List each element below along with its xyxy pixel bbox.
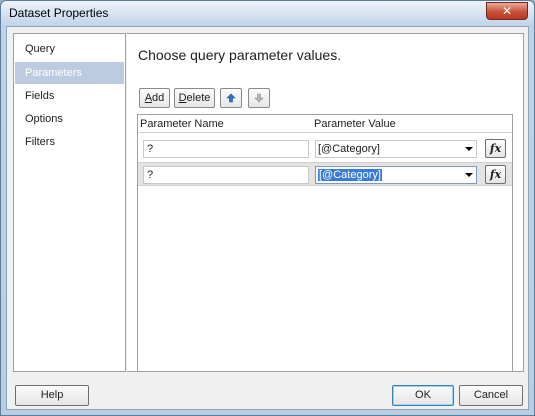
expression-button[interactable]: fx bbox=[485, 139, 506, 158]
function-icon: fx bbox=[489, 168, 502, 181]
chevron-down-icon[interactable] bbox=[465, 173, 473, 177]
parameters-grid: Parameter Name Parameter Value ? [@Categ… bbox=[137, 114, 513, 371]
column-header-parameter-name: Parameter Name bbox=[140, 118, 224, 130]
nav-item-fields[interactable]: Fields bbox=[15, 85, 124, 107]
parameter-row-selected: ? [@Category] fx bbox=[138, 162, 512, 186]
expression-button[interactable]: fx bbox=[485, 165, 506, 184]
parameters-panel: Choose query parameter values. Add Delet… bbox=[127, 33, 524, 372]
dialog-client-area: Query Parameters Fields Options Filters … bbox=[6, 26, 529, 410]
parameter-value-combo[interactable]: [@Category] bbox=[315, 166, 477, 184]
move-down-button[interactable] bbox=[248, 88, 270, 108]
cancel-button[interactable]: Cancel bbox=[459, 385, 523, 406]
arrow-up-icon bbox=[226, 93, 236, 103]
move-up-button[interactable] bbox=[220, 88, 242, 108]
close-icon: ✕ bbox=[501, 4, 513, 18]
parameter-value-text: [@Category] bbox=[318, 143, 380, 155]
add-button[interactable]: Add bbox=[139, 88, 170, 108]
add-label-rest: dd bbox=[152, 92, 165, 104]
column-header-parameter-value: Parameter Value bbox=[314, 118, 396, 130]
title-bar[interactable]: Dataset Properties ✕ bbox=[1, 1, 534, 25]
help-button[interactable]: Help bbox=[15, 385, 89, 406]
delete-label-rest: elete bbox=[186, 92, 211, 104]
parameter-value-combo[interactable]: [@Category] bbox=[315, 140, 477, 158]
nav-item-query[interactable]: Query bbox=[15, 38, 124, 60]
page-heading: Choose query parameter values. bbox=[138, 47, 342, 63]
delete-accelerator: D bbox=[178, 92, 187, 104]
nav-item-parameters[interactable]: Parameters bbox=[15, 62, 124, 84]
add-accelerator: A bbox=[144, 92, 153, 104]
close-button[interactable]: ✕ bbox=[486, 2, 528, 20]
window-title: Dataset Properties bbox=[9, 6, 109, 20]
parameter-name-input[interactable]: ? bbox=[143, 166, 309, 184]
page-navigation: Query Parameters Fields Options Filters bbox=[13, 33, 126, 372]
grid-header: Parameter Name Parameter Value bbox=[138, 115, 512, 133]
nav-item-options[interactable]: Options bbox=[15, 108, 124, 130]
arrow-down-icon bbox=[254, 93, 264, 103]
parameter-row: ? [@Category] fx bbox=[138, 137, 512, 161]
delete-button[interactable]: Delete bbox=[174, 88, 215, 108]
nav-item-filters[interactable]: Filters bbox=[15, 131, 124, 153]
parameter-value-text: [@Category] bbox=[318, 169, 382, 181]
function-icon: fx bbox=[489, 142, 502, 155]
dataset-properties-dialog: Dataset Properties ✕ Query Parameters Fi… bbox=[0, 0, 535, 416]
chevron-down-icon[interactable] bbox=[465, 147, 473, 151]
ok-button[interactable]: OK bbox=[392, 385, 454, 406]
parameter-name-input[interactable]: ? bbox=[143, 140, 309, 158]
